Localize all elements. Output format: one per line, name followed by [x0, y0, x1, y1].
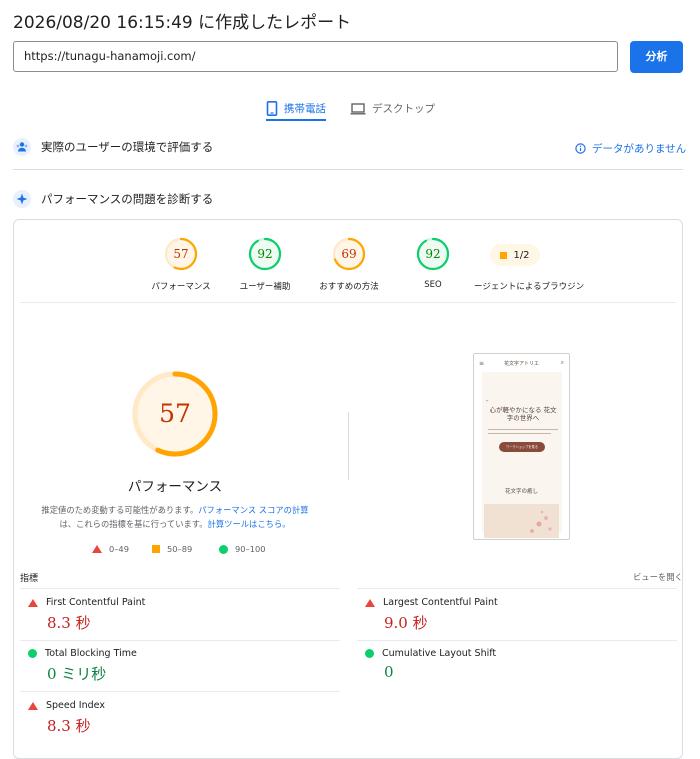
analyze-button[interactable]: 分析 [630, 41, 683, 73]
pass-circle-icon [28, 649, 37, 658]
fail-triangle-icon [28, 598, 38, 607]
metric-lcp: Largest Contentful Paint 9.0 秒 [365, 597, 498, 633]
metric-si-value: 8.3 秒 [47, 717, 91, 735]
tab-mobile[interactable]: 携帯電話 [266, 96, 326, 121]
laptop-icon [350, 102, 366, 115]
performance-big-title: パフォーマンス [127, 479, 223, 495]
divider [20, 302, 676, 303]
divider [20, 588, 340, 589]
metric-fcp-value: 8.3 秒 [47, 614, 91, 632]
divider [13, 169, 683, 170]
page-screenshot-preview[interactable]: ≡ 花文字アトリエ ⌕ ━ 心が軽やかになる 花文字の世界へ ワークショップを見… [473, 353, 570, 540]
metric-fcp-name: First Contentful Paint [46, 597, 146, 608]
fail-triangle-icon [365, 598, 375, 607]
performance-score: 57 [173, 247, 189, 261]
diagnose-icon [13, 190, 31, 208]
divider [348, 412, 349, 480]
metric-si-name: Speed Index [46, 700, 105, 711]
legend-fail-label: 0–49 [109, 544, 129, 554]
accessibility-gauge: 92 [248, 237, 282, 271]
score-seo[interactable]: 92 SEO [378, 237, 488, 290]
legend-fail: 0–49 [92, 544, 129, 554]
metric-cls-name: Cumulative Layout Shift [382, 648, 497, 659]
metric-cls: Cumulative Layout Shift 0 [365, 648, 496, 681]
legend-pass-label: 90–100 [235, 544, 266, 554]
lab-data-title: パフォーマンスの問題を診断する [41, 192, 214, 206]
tab-mobile-label: 携帯電話 [284, 103, 326, 115]
agent-browsing-label: ージェントによるブラウジン [474, 282, 585, 292]
seo-gauge: 92 [416, 237, 450, 271]
preview-eyebrow: ━ [486, 399, 489, 403]
average-square-icon [152, 545, 160, 553]
pass-circle-icon [365, 649, 374, 658]
no-data-notice: データがありません [575, 141, 686, 156]
divider [20, 691, 340, 692]
metric-fcp: First Contentful Paint 8.3 秒 [28, 597, 145, 633]
report-title: 2026/08/20 16:15:49 に作成したレポート [13, 13, 352, 33]
preview-section-title: 花文字の癒し [504, 489, 538, 495]
performance-gauge: 57 [164, 237, 198, 271]
no-data-label: データがありません [592, 143, 687, 155]
metric-lcp-value: 9.0 秒 [384, 614, 428, 632]
desc-text: 推定値のため変動する可能性があります。 [41, 505, 199, 515]
metric-tbt-name: Total Blocking Time [45, 648, 137, 659]
seo-label: SEO [424, 280, 442, 290]
preview-body-lines [488, 426, 558, 438]
fail-triangle-icon [28, 701, 38, 710]
pass-circle-icon [219, 544, 228, 554]
preview-search-icon: ⌕ [560, 359, 564, 366]
divider [357, 640, 677, 641]
average-square-icon [500, 251, 508, 259]
legend-average: 50–89 [152, 544, 192, 554]
performance-big-score: 57 [159, 399, 191, 428]
tab-active-indicator [266, 119, 326, 121]
metric-tbt-value: 0 ミリ秒 [47, 665, 107, 683]
metrics-header: 指標 [20, 574, 39, 584]
info-icon [575, 143, 586, 154]
tab-desktop-label: デスクトップ [372, 103, 435, 115]
divider [357, 588, 677, 589]
legend-average-label: 50–89 [167, 544, 193, 554]
smartphone-icon [266, 101, 278, 116]
desc-text-2: は、これらの指標を基に行っています。 [59, 519, 208, 529]
seo-score: 92 [425, 247, 441, 261]
preview-site-name: 花文字アトリエ [503, 361, 539, 367]
metric-si: Speed Index 8.3 秒 [28, 700, 105, 736]
agent-browsing-value: 1/2 [513, 249, 530, 261]
agent-browsing-badge[interactable]: 1/2 [490, 244, 540, 266]
users-icon [13, 138, 31, 156]
divider [20, 640, 340, 641]
calculator-link[interactable]: 計算ツールはこちら。 [208, 519, 291, 529]
fail-triangle-icon [92, 545, 102, 553]
preview-flower-image [484, 504, 559, 538]
tab-desktop[interactable]: デスクトップ [350, 96, 435, 121]
preview-tagline: 心が軽やかになる 花文字の世界へ [489, 406, 557, 422]
preview-cta-button: ワークショップを見る [499, 442, 545, 452]
best-practices-gauge: 69 [332, 237, 366, 271]
metric-cls-value: 0 [384, 663, 394, 681]
metric-lcp-name: Largest Contentful Paint [383, 597, 498, 608]
lab-data-heading: パフォーマンスの問題を診断する [13, 189, 213, 209]
field-data-title: 実際のユーザーの環境で評価する [41, 140, 214, 154]
legend-pass: 90–100 [219, 544, 266, 554]
metric-tbt: Total Blocking Time 0 ミリ秒 [28, 648, 137, 684]
performance-description: 推定値のため変動する可能性があります。パフォーマンス スコアの計算は、これらの指… [35, 503, 315, 531]
field-data-heading: 実際のユーザーの環境で評価する [13, 137, 213, 157]
best-practices-score: 69 [341, 247, 357, 261]
expand-view-button[interactable]: ビューを開く [633, 571, 683, 583]
url-input[interactable]: https://tunagu-hanamoji.com/ [13, 41, 618, 72]
score-calc-link[interactable]: パフォーマンス スコアの計算 [198, 505, 308, 515]
accessibility-score: 92 [257, 247, 273, 261]
